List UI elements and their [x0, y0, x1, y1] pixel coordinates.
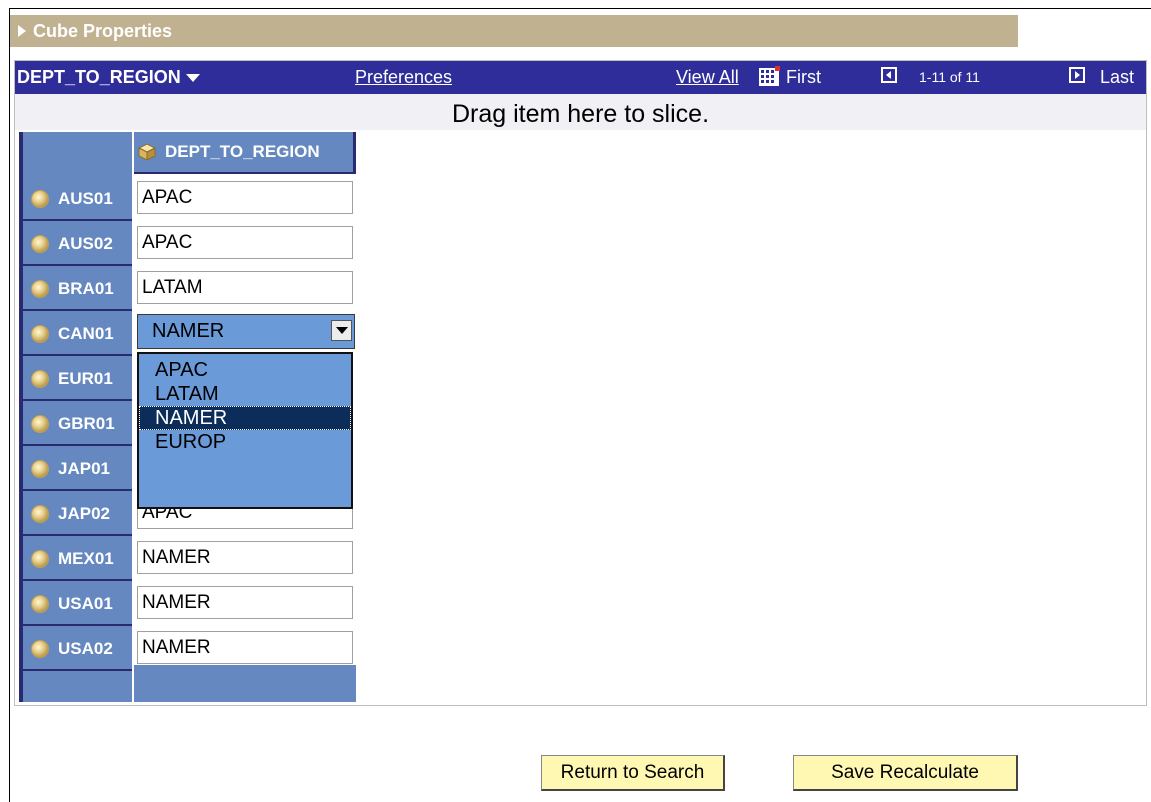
previous-arrow-icon	[886, 71, 891, 79]
grid-footer-band	[134, 665, 356, 702]
dept-code: GBR01	[58, 414, 115, 433]
row-label[interactable]: EUR01	[19, 359, 132, 401]
option-latam[interactable]: LATAM	[139, 382, 351, 406]
select-chevron-down-icon[interactable]	[331, 320, 352, 341]
row-label[interactable]: AUS01	[19, 179, 132, 221]
row-label[interactable]: JAP02	[19, 494, 132, 536]
dept-code: BRA01	[58, 279, 114, 298]
dept-code: JAP01	[58, 459, 110, 478]
dept-code: AUS01	[58, 189, 113, 208]
previous-page-button[interactable]	[881, 67, 897, 83]
member-bullet-icon[interactable]	[31, 325, 49, 343]
slice-drop-zone[interactable]: Drag item here to slice.	[15, 94, 1146, 130]
option-namer[interactable]: NAMER	[139, 406, 351, 430]
row-label[interactable]: MEX01	[19, 539, 132, 581]
member-bullet-icon[interactable]	[31, 595, 49, 613]
region-cell-input[interactable]: LATAM	[137, 271, 353, 304]
dept-code: CAN01	[58, 324, 114, 343]
page-border-left	[9, 8, 10, 802]
member-bullet-icon[interactable]	[31, 190, 49, 208]
cube-properties-label: Cube Properties	[33, 20, 173, 41]
region-select-value: NAMER	[152, 320, 225, 342]
dept-code: USA01	[58, 594, 113, 613]
row-label[interactable]: GBR01	[19, 404, 132, 446]
column-header-dept-to-region[interactable]: DEPT_TO_REGION	[134, 132, 356, 174]
member-bullet-icon[interactable]	[31, 460, 49, 478]
next-arrow-icon	[1075, 71, 1080, 79]
dept-code: AUS02	[58, 234, 113, 253]
row-label[interactable]: BRA01	[19, 269, 132, 311]
grid-navigation-bar: DEPT_TO_REGION Preferences View All Firs…	[15, 61, 1146, 94]
dept-code: JAP02	[58, 504, 110, 523]
dimension-menu-label: DEPT_TO_REGION	[17, 67, 181, 87]
dropdown-arrow-icon[interactable]	[185, 73, 200, 82]
member-bullet-icon[interactable]	[31, 235, 49, 253]
grid-view-icon[interactable]	[757, 65, 781, 89]
member-bullet-icon[interactable]	[31, 505, 49, 523]
expand-triangle-icon[interactable]	[18, 25, 26, 37]
dept-code: USA02	[58, 639, 113, 658]
slice-hint-text: Drag item here to slice.	[451, 100, 710, 128]
member-bullet-icon[interactable]	[31, 550, 49, 568]
cube-icon	[138, 143, 156, 161]
region-cell-input[interactable]: APAC	[137, 226, 353, 259]
region-select[interactable]: NAMER	[137, 314, 355, 349]
dept-code: MEX01	[58, 549, 114, 568]
option-apac[interactable]: APAC	[139, 358, 351, 382]
row-label[interactable]: USA02	[19, 629, 132, 671]
row-label[interactable]: AUS02	[19, 224, 132, 266]
region-options-list[interactable]: APAC LATAM NAMER EUROP	[137, 352, 353, 509]
last-page-label[interactable]: Last	[1100, 61, 1134, 94]
row-label[interactable]: JAP01	[19, 449, 132, 491]
member-bullet-icon[interactable]	[31, 280, 49, 298]
dimension-menu[interactable]: DEPT_TO_REGION	[17, 61, 200, 94]
dept-code: EUR01	[58, 369, 113, 388]
cube-properties-header[interactable]: Cube Properties	[10, 15, 1018, 47]
region-cell-input[interactable]: NAMER	[137, 631, 353, 664]
page-border-top	[9, 8, 1151, 9]
preferences-link[interactable]: Preferences	[355, 61, 452, 94]
save-recalculate-button[interactable]: Save Recalculate	[793, 755, 1018, 791]
row-label[interactable]: USA01	[19, 584, 132, 626]
member-bullet-icon[interactable]	[31, 370, 49, 388]
next-page-button[interactable]	[1069, 67, 1085, 83]
column-header-label: DEPT_TO_REGION	[165, 142, 320, 161]
region-cell-input[interactable]: NAMER	[137, 586, 353, 619]
member-bullet-icon[interactable]	[31, 640, 49, 658]
view-all-link[interactable]: View All	[676, 61, 739, 94]
region-cell-input[interactable]: NAMER	[137, 541, 353, 574]
return-to-search-button[interactable]: Return to Search	[541, 755, 725, 791]
member-bullet-icon[interactable]	[31, 415, 49, 433]
row-label[interactable]: CAN01	[19, 314, 132, 356]
row-count: 1-11 of 11	[919, 69, 980, 85]
region-cell-input[interactable]: APAC	[137, 181, 353, 214]
first-page-label[interactable]: First	[786, 61, 821, 94]
option-europ[interactable]: EUROP	[139, 430, 351, 454]
